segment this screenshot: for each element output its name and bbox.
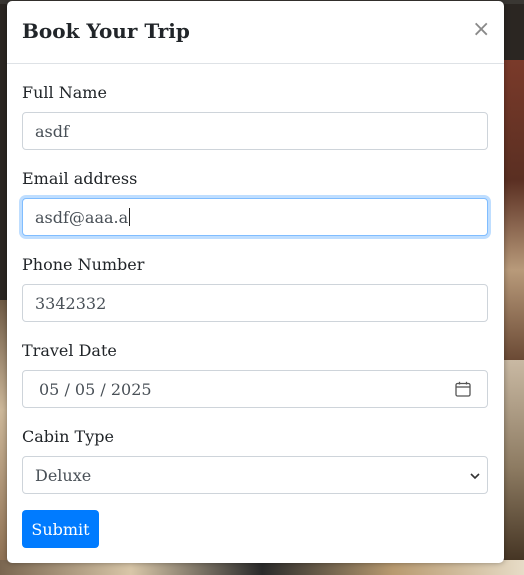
chevron-down-icon: [470, 473, 480, 480]
full-name-input[interactable]: asdf: [22, 112, 488, 150]
travel-date-label: Travel Date: [22, 341, 117, 360]
full-name-value: asdf: [35, 122, 69, 141]
email-value-wrap: asdf@aaa.a: [35, 208, 131, 227]
modal-header: Book Your Trip ×: [7, 1, 504, 64]
cabin-type-value: Deluxe: [35, 466, 92, 485]
travel-date-input[interactable]: 05 / 05 / 2025: [22, 370, 488, 408]
email-label: Email address: [22, 169, 138, 188]
backdrop-image-right-lower: [504, 360, 524, 575]
email-value: asdf@aaa.a: [35, 208, 129, 227]
full-name-label: Full Name: [22, 83, 107, 102]
text-caret: [129, 208, 131, 226]
phone-label: Phone Number: [22, 255, 145, 274]
phone-input[interactable]: 3342332: [22, 284, 488, 322]
cabin-type-select[interactable]: Deluxe: [22, 456, 488, 494]
cabin-type-label: Cabin Type: [22, 427, 114, 446]
close-icon[interactable]: ×: [472, 19, 490, 41]
travel-date-value: 05 / 05 / 2025: [39, 380, 152, 399]
phone-value: 3342332: [35, 294, 107, 313]
email-input[interactable]: asdf@aaa.a: [22, 198, 488, 236]
modal-title: Book Your Trip: [22, 19, 190, 43]
submit-button[interactable]: Submit: [22, 510, 99, 548]
calendar-icon[interactable]: [455, 381, 471, 397]
backdrop-image-right-upper: [504, 60, 524, 360]
booking-modal: Book Your Trip × Full Name asdf Email ad…: [7, 1, 504, 563]
